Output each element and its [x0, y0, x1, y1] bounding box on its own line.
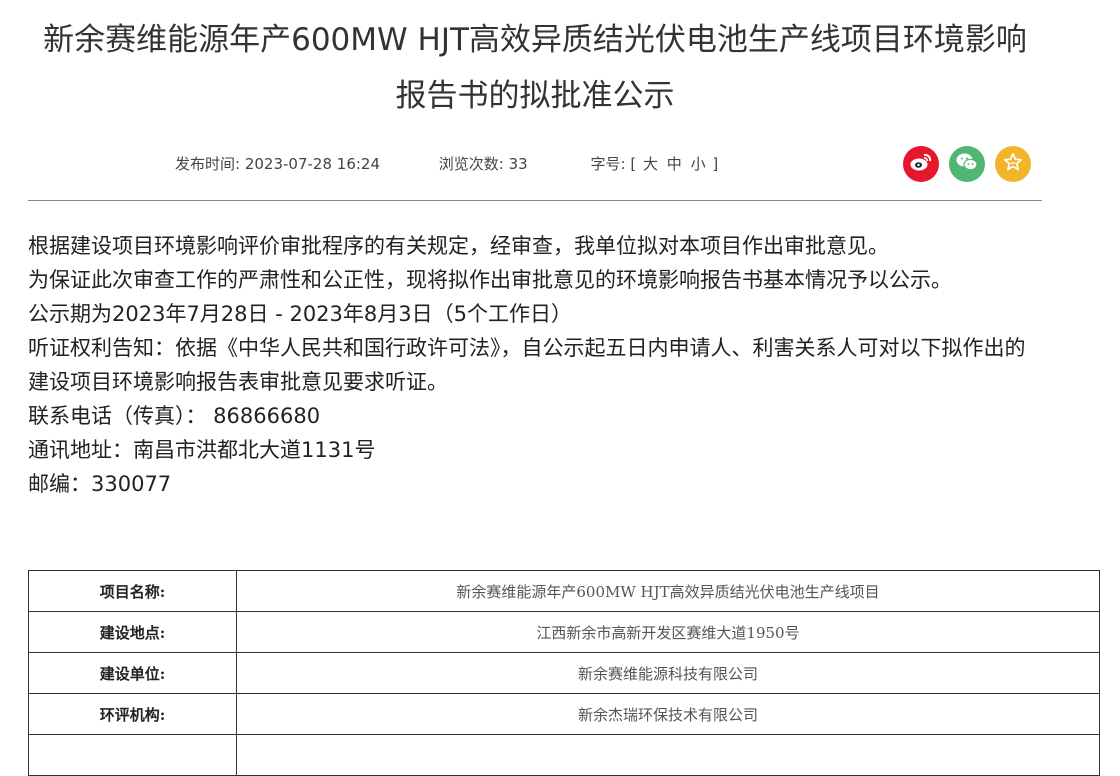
table-row [28, 734, 1100, 776]
publish-time: 发布时间: 2023-07-28 16:24 [175, 155, 381, 173]
project-location-value: 江西新余市高新开发区赛维大道1950号 [236, 611, 1100, 653]
page-title: 新余赛维能源年产600MW HJT高效异质结光伏电池生产线项目环境影响 报告书的… [0, 12, 1070, 124]
eia-agency-label: 环评机构: [28, 693, 237, 735]
contact-phone: 联系电话（传真）： 86866680 [28, 404, 321, 428]
project-info-table: 项目名称: 新余赛维能源年产600MW HJT高效异质结光伏电池生产线项目 建设… [28, 570, 1100, 776]
header-divider [28, 200, 1042, 201]
weibo-icon [909, 152, 933, 176]
table-row: 建设地点: 江西新余市高新开发区赛维大道1950号 [28, 611, 1100, 653]
paragraph-hearing-rights: 听证权利告知：依据《中华人民共和国行政许可法》，自公示起五日内申请人、利害关系人… [28, 336, 1026, 394]
font-medium-link[interactable]: 中 [667, 155, 682, 173]
project-name-label: 项目名称: [28, 570, 237, 612]
table-row: 环评机构: 新余杰瑞环保技术有限公司 [28, 693, 1100, 735]
font-small-link[interactable]: 小 [691, 155, 706, 173]
table-row: 项目名称: 新余赛维能源年产600MW HJT高效异质结光伏电池生产线项目 [28, 570, 1100, 612]
article-meta: 发布时间: 2023-07-28 16:24 浏览次数: 33 字号: [ 大 … [175, 153, 718, 174]
favorite-button[interactable] [995, 146, 1031, 182]
share-bar [903, 146, 1031, 182]
contact-address: 通讯地址：南昌市洪都北大道1131号 [28, 438, 376, 462]
project-name-value: 新余赛维能源年产600MW HJT高效异质结光伏电池生产线项目 [236, 570, 1100, 612]
paragraph-publicity-purpose: 为保证此次审查工作的严肃性和公正性，现将拟作出审批意见的环境影响报告书基本情况予… [28, 268, 952, 292]
view-count: 浏览次数: 33 [438, 155, 528, 173]
construction-unit-label: 建设单位: [28, 652, 237, 694]
wechat-icon [955, 151, 979, 177]
postal-code: 邮编：330077 [28, 472, 172, 496]
paragraph-publicity-period: 公示期为2023年7月28日 - 2023年8月3日（5个工作日） [28, 302, 572, 326]
weibo-share-button[interactable] [903, 146, 939, 182]
table-row: 建设单位: 新余赛维能源科技有限公司 [28, 652, 1100, 694]
next-row-label [28, 734, 237, 776]
next-row-value [236, 734, 1100, 776]
eia-agency-value: 新余杰瑞环保技术有限公司 [236, 693, 1100, 735]
font-large-link[interactable]: 大 [643, 155, 658, 173]
wechat-share-button[interactable] [949, 146, 985, 182]
star-icon [1002, 151, 1024, 177]
title-line-2: 报告书的拟批准公示 [395, 78, 675, 114]
article-body: 根据建设项目环境影响评价审批程序的有关规定，经审查，我单位拟对本项目作出审批意见… [28, 229, 1043, 501]
project-location-label: 建设地点: [28, 611, 237, 653]
construction-unit-value: 新余赛维能源科技有限公司 [236, 652, 1100, 694]
paragraph-review-notice: 根据建设项目环境影响评价审批程序的有关规定，经审查，我单位拟对本项目作出审批意见… [28, 234, 889, 258]
font-size-selector: 字号: [ 大 中 小 ] [590, 155, 719, 173]
title-line-1: 新余赛维能源年产600MW HJT高效异质结光伏电池生产线项目环境影响 [43, 22, 1027, 58]
